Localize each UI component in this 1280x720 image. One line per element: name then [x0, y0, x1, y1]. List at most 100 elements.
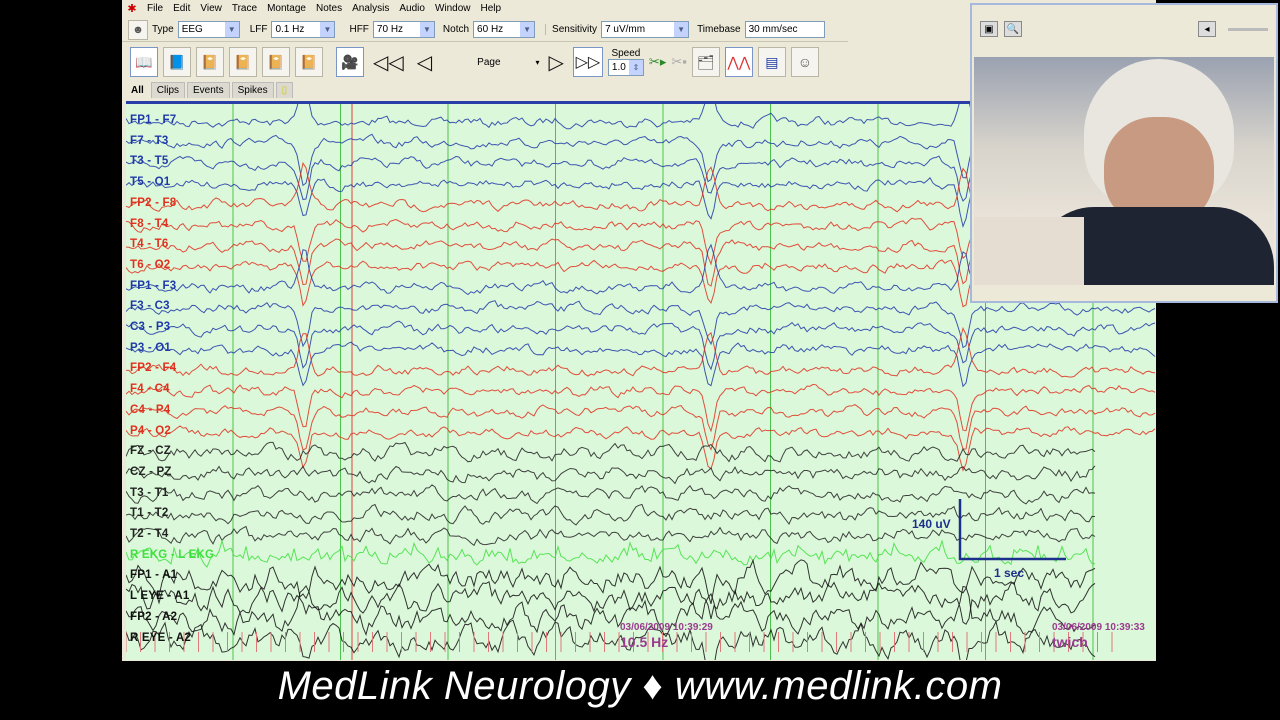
- event-note-1[interactable]: 10.5 Hz: [620, 634, 668, 650]
- menu-analysis[interactable]: Analysis: [347, 3, 394, 14]
- eeg-trace: [126, 341, 1156, 388]
- sensitivity-select[interactable]: 7 uV/mm ▼: [601, 21, 690, 38]
- tab-all[interactable]: All: [126, 83, 149, 98]
- hff-select[interactable]: 70 Hz ▼: [372, 21, 435, 38]
- volume-icon[interactable]: ◂: [1198, 21, 1216, 37]
- head-montage-icon[interactable]: ☻: [128, 19, 148, 40]
- channel-label[interactable]: F8 - T4: [130, 218, 168, 230]
- channel-label[interactable]: FP2 - F4: [130, 362, 176, 374]
- channel-label[interactable]: F7 - T3: [130, 135, 168, 147]
- menu-trace[interactable]: Trace: [227, 3, 262, 14]
- channel-label[interactable]: T3 - T1: [130, 487, 168, 499]
- clip-stop-icon[interactable]: ✂▪: [671, 54, 687, 70]
- channel-label[interactable]: P3 - O1: [130, 342, 171, 354]
- menu-view[interactable]: View: [195, 3, 227, 14]
- snapshot-icon[interactable]: ▣: [980, 21, 998, 37]
- speed-spinner[interactable]: 1.0 ⇕: [607, 59, 644, 76]
- type-label: Type: [152, 24, 174, 35]
- channel-label[interactable]: T3 - T5: [130, 155, 168, 167]
- page-dropdown-icon[interactable]: ▾: [536, 58, 540, 67]
- timebase-select[interactable]: 30 mm/sec: [744, 21, 825, 38]
- eeg-trace: [126, 404, 1156, 451]
- menu-window[interactable]: Window: [430, 3, 476, 14]
- book-icon[interactable]: 📔: [229, 47, 257, 77]
- channel-label[interactable]: F3 - C3: [130, 300, 170, 312]
- channel-label[interactable]: T6 - O2: [130, 259, 170, 271]
- step-forward-button[interactable]: ▷: [545, 50, 568, 75]
- timebase-value: 30 mm/sec: [748, 24, 798, 35]
- channel-label[interactable]: FZ - CZ: [130, 445, 171, 457]
- channel-label[interactable]: C3 - P3: [130, 321, 170, 333]
- channel-label[interactable]: FP2 - F8: [130, 197, 176, 209]
- chevron-down-icon: ▼: [520, 22, 535, 37]
- channel-label[interactable]: CZ - PZ: [130, 466, 172, 478]
- type-value: EEG: [181, 24, 203, 35]
- video-camera-icon[interactable]: 🎥: [336, 47, 364, 77]
- channel-label[interactable]: R EYE - A2: [130, 632, 191, 644]
- clip-start-icon[interactable]: ✂▸: [649, 54, 666, 70]
- new-note-icon[interactable]: ▯: [275, 82, 294, 98]
- speed-value: 1.0: [611, 62, 626, 73]
- channel-label[interactable]: C4 - P4: [130, 404, 170, 416]
- timestamp-2: 03/06/2009 10:39:33: [1052, 622, 1145, 633]
- channel-label[interactable]: T5 - O1: [130, 176, 170, 188]
- eeg-trace: [126, 300, 1156, 349]
- speed-control: Speed 1.0 ⇕: [607, 48, 644, 76]
- tab-spikes[interactable]: Spikes: [231, 82, 274, 98]
- hff-value: 70 Hz: [376, 24, 404, 35]
- time-scale-label: 1 sec: [994, 566, 1025, 580]
- channel-label[interactable]: T4 - T6: [130, 238, 168, 250]
- lff-select[interactable]: 0.1 Hz ▼: [271, 21, 336, 38]
- type-select[interactable]: EEG ▼: [177, 21, 240, 38]
- eeg-viewer-window: ✱ File Edit View Trace Montage Notes Ana…: [122, 0, 1278, 661]
- review-book-icon[interactable]: 📖: [130, 47, 158, 77]
- page-label[interactable]: Page: [477, 57, 500, 68]
- zoom-icon[interactable]: 🔍: [1004, 21, 1022, 37]
- amplitude-scale-label: 140 uV: [912, 517, 951, 531]
- channel-label[interactable]: F4 - C4: [130, 383, 170, 395]
- video-toolbar: ▣ 🔍 ◂: [972, 5, 1276, 53]
- channel-label[interactable]: T2 - T4: [130, 528, 168, 540]
- channel-label[interactable]: L EYE - A1: [130, 590, 190, 602]
- book-icon[interactable]: 📔: [262, 47, 290, 77]
- channel-label[interactable]: R EKG - L EKG: [130, 549, 214, 561]
- menu-montage[interactable]: Montage: [262, 3, 311, 14]
- montage-grid-icon[interactable]: ▤: [757, 47, 786, 77]
- speed-label: Speed: [611, 48, 641, 59]
- book-icon[interactable]: 📔: [295, 47, 323, 77]
- timestamp-1: 03/06/2009 10:39:29: [620, 622, 713, 633]
- spinner-arrows-icon[interactable]: ⇕: [628, 60, 643, 75]
- fast-rewind-button[interactable]: ◁◁: [369, 50, 408, 75]
- channel-label[interactable]: FP1 - F7: [130, 114, 176, 126]
- menu-notes[interactable]: Notes: [311, 3, 347, 14]
- eeg-trace: [126, 465, 1096, 485]
- tab-events[interactable]: Events: [187, 82, 230, 98]
- spike-detection-icon[interactable]: ⋀⋀: [724, 47, 753, 77]
- menu-bar: ✱ File Edit View Trace Montage Notes Ana…: [122, 0, 848, 17]
- fast-forward-button[interactable]: ▷▷: [572, 47, 603, 77]
- tab-clips[interactable]: Clips: [150, 82, 186, 98]
- notch-value: 60 Hz: [477, 24, 504, 35]
- channel-label[interactable]: FP1 - A1: [130, 569, 177, 581]
- channel-label[interactable]: P4 - O2: [130, 425, 171, 437]
- clip-edit-icon[interactable]: 🗂: [691, 47, 720, 77]
- new-book-icon[interactable]: 📘: [163, 47, 191, 77]
- notch-select[interactable]: 60 Hz ▼: [473, 21, 536, 38]
- timebase-label: Timebase: [697, 24, 741, 35]
- patient-video: [974, 57, 1274, 285]
- chevron-down-icon: ▼: [419, 22, 434, 37]
- channel-label[interactable]: FP2 - A2: [130, 611, 177, 623]
- video-window: ▣ 🔍 ◂: [970, 3, 1278, 303]
- menu-audio[interactable]: Audio: [394, 3, 430, 14]
- step-back-button[interactable]: ◁: [413, 50, 436, 75]
- book-icon[interactable]: 📔: [196, 47, 224, 77]
- menu-file[interactable]: File: [142, 3, 168, 14]
- channel-label[interactable]: T1 - T2: [130, 507, 168, 519]
- menu-help[interactable]: Help: [476, 3, 507, 14]
- patient-icon[interactable]: ☺: [790, 47, 819, 77]
- sensitivity-value: 7 uV/mm: [605, 24, 646, 35]
- volume-slider[interactable]: [1228, 27, 1268, 31]
- event-note-2[interactable]: twich: [1052, 634, 1088, 650]
- menu-edit[interactable]: Edit: [168, 3, 195, 14]
- channel-label[interactable]: FP1 - F3: [130, 280, 176, 292]
